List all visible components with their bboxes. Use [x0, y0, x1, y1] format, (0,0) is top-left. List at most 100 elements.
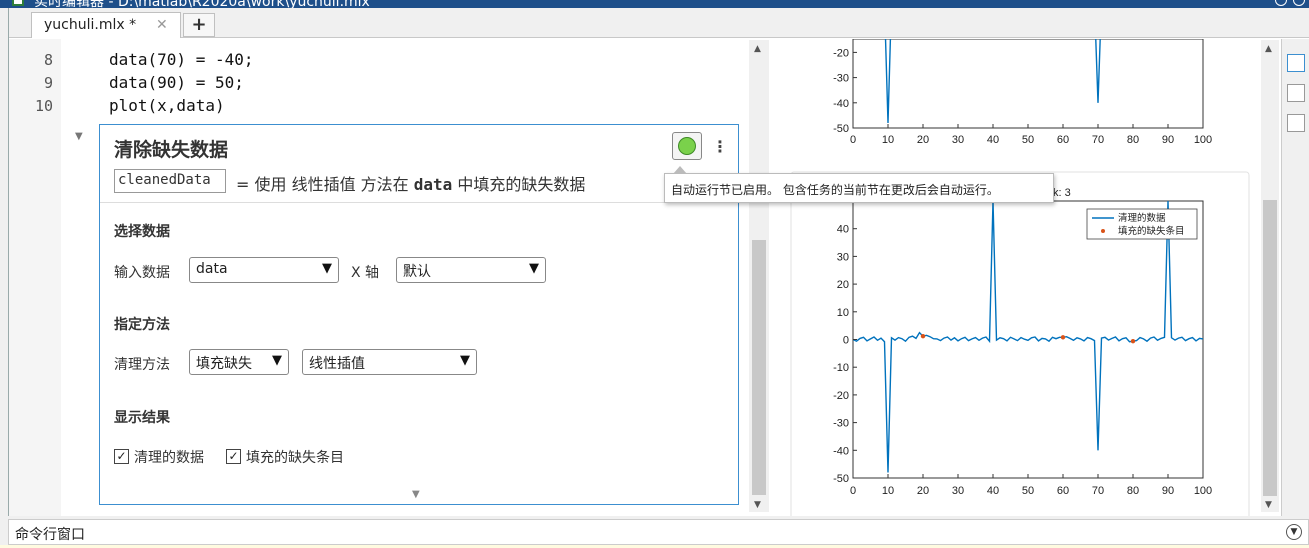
- command-window-label: 命令行窗口: [15, 527, 85, 543]
- bottom-chart-ytick-label: -50: [833, 473, 849, 485]
- output-scroll-thumb[interactable]: [1263, 200, 1277, 496]
- bottom-chart-xtick-label: 70: [1092, 485, 1104, 497]
- bottom-chart-ytick-label: -10: [833, 362, 849, 374]
- collapse-icon[interactable]: [1293, 0, 1305, 6]
- x-axis-label: X 轴: [351, 265, 380, 281]
- bottom-chart-xtick-label: 30: [952, 485, 964, 497]
- output-right-icon[interactable]: [1287, 54, 1305, 72]
- clean-missing-data-task: 清除缺失数据 cleanedData = 使用 线性插值 方法在 data 中填…: [99, 124, 739, 505]
- output-scrollbar[interactable]: ▲ ▼: [1261, 40, 1279, 512]
- dropdown-arrow-icon: ▼: [529, 261, 539, 276]
- top-chart-ytick-label: -30: [833, 73, 849, 85]
- summary-variable: data: [413, 175, 453, 194]
- bottom-chart-title-fragment: k: 3: [1053, 187, 1071, 199]
- autorun-status-icon: [678, 137, 696, 155]
- tab-label: yuchuli.mlx *: [44, 17, 137, 33]
- x-axis-value: 默认: [403, 264, 431, 280]
- legend-marker-swatch: [1101, 229, 1105, 233]
- bottom-chart-ytick-label: 20: [837, 279, 849, 291]
- task-title: 清除缺失数据: [114, 139, 229, 161]
- section-method: 指定方法: [114, 317, 170, 333]
- bottom-chart-xtick-label: 10: [882, 485, 894, 497]
- new-tab-button[interactable]: +: [183, 13, 215, 37]
- fill-method-dropdown[interactable]: 线性插值 ▼: [302, 349, 477, 375]
- cleaned-data-label: 清理的数据: [134, 450, 204, 466]
- autorun-button[interactable]: [672, 132, 702, 160]
- top-chart-xtick-label: 10: [882, 134, 894, 146]
- clean-method-value: 填充缺失: [196, 356, 252, 372]
- legend-entry-cleaned: 清理的数据: [1118, 212, 1166, 224]
- editor-scrollbar[interactable]: ▲ ▼: [749, 40, 769, 512]
- collapse-task-icon[interactable]: ▼: [75, 131, 83, 142]
- autorun-tooltip: 自动运行节已启用。 包含任务的当前节在更改后会自动运行。: [664, 166, 1054, 203]
- bottom-chart-xtick-label: 100: [1194, 485, 1212, 497]
- x-axis-dropdown[interactable]: 默认 ▼: [396, 257, 546, 283]
- top-chart-xtick-label: 100: [1194, 134, 1212, 146]
- top-chart-ytick-label: -40: [833, 98, 849, 110]
- scroll-down-icon[interactable]: ▼: [1265, 500, 1272, 510]
- dropdown-arrow-icon: ▼: [272, 353, 282, 368]
- dropdown-arrow-icon: ▼: [322, 261, 332, 276]
- help-icon[interactable]: [1275, 0, 1287, 6]
- title-bar: 实时编辑器 - D:\matlab\R2020a\work\yuchuli.ml…: [0, 0, 1309, 8]
- clean-method-label: 清理方法: [114, 357, 170, 373]
- tooltip-notch: [673, 166, 687, 174]
- scroll-up-icon[interactable]: ▲: [1265, 44, 1272, 54]
- task-header: 清除缺失数据 cleanedData = 使用 线性插值 方法在 data 中填…: [100, 125, 738, 203]
- more-options-icon[interactable]: ⋮: [712, 137, 728, 156]
- top-chart-ytick-label: -20: [833, 47, 849, 59]
- bottom-chart-xtick-label: 20: [917, 485, 929, 497]
- top-chart-xtick-label: 90: [1162, 134, 1174, 146]
- scroll-up-icon[interactable]: ▲: [754, 44, 761, 54]
- bottom-chart-ytick-label: -40: [833, 445, 849, 457]
- tab-yuchuli[interactable]: yuchuli.mlx * ✕: [31, 12, 181, 38]
- line-number: 9: [43, 74, 53, 92]
- output-mode-bar: [1281, 39, 1309, 516]
- top-chart-xtick-label: 80: [1127, 134, 1139, 146]
- bottom-chart-xtick-label: 60: [1057, 485, 1069, 497]
- output-inline-icon[interactable]: [1287, 84, 1305, 102]
- top-chart-xtick-label: 40: [987, 134, 999, 146]
- summary-prefix: = 使用 线性插值 方法在: [236, 175, 414, 194]
- output-plots: -50-40-30-200 10 20 30 40 50 60 70 80 90 100-50-40…: [790, 39, 1250, 516]
- line-number-gutter: 8 9 10: [9, 39, 61, 516]
- live-editor: yuchuli.mlx * ✕ + 8 9 10 data(70) = -40;…: [8, 8, 1309, 516]
- output-pane: -50 -40 -30 -20 0 10 20 30 40 50 60 70 80 90 100 -50 -40…: [771, 39, 1257, 516]
- bottom-chart-xtick-label: 50: [1022, 485, 1034, 497]
- clean-method-dropdown[interactable]: 填充缺失 ▼: [189, 349, 289, 375]
- line-number: 8: [43, 51, 53, 69]
- input-data-dropdown[interactable]: data ▼: [189, 257, 339, 283]
- bottom-chart-ytick-label: 0: [843, 335, 849, 347]
- fill-method-value: 线性插值: [309, 356, 365, 372]
- summary-suffix: 中填充的缺失数据: [452, 175, 586, 194]
- scroll-down-icon[interactable]: ▼: [754, 500, 761, 510]
- section-display: 显示结果: [114, 410, 170, 426]
- code-line[interactable]: data(90) = 50;: [109, 73, 244, 92]
- close-tab-icon[interactable]: ✕: [156, 17, 168, 33]
- task-summary: = 使用 线性插值 方法在 data 中填充的缺失数据: [236, 171, 585, 195]
- bottom-chart-ytick-label: 40: [837, 224, 849, 236]
- top-chart-xtick-label: 50: [1022, 134, 1034, 146]
- expand-task-icon[interactable]: ▼: [412, 489, 420, 500]
- line-number: 10: [34, 97, 53, 115]
- code-line[interactable]: plot(x,data): [109, 96, 225, 115]
- input-data-value: data: [196, 261, 228, 277]
- filled-entry-point: [920, 333, 926, 339]
- command-window-header[interactable]: 命令行窗口 ▼: [8, 519, 1309, 545]
- dropdown-arrow-icon: ▼: [460, 353, 470, 368]
- filled-entries-checkbox[interactable]: ✓: [226, 449, 241, 464]
- bottom-chart-xtick-label: 0: [850, 485, 856, 497]
- top-chart-xtick-label: 0: [850, 134, 856, 146]
- command-window-toggle-icon[interactable]: ▼: [1286, 524, 1302, 540]
- top-chart-xtick-label: 20: [917, 134, 929, 146]
- cleaned-data-checkbox[interactable]: ✓: [114, 449, 129, 464]
- hide-code-icon[interactable]: [1287, 114, 1305, 132]
- editor-scroll-thumb[interactable]: [752, 240, 766, 495]
- tooltip-text: 自动运行节已启用。 包含任务的当前节在更改后会自动运行。: [671, 183, 999, 197]
- bottom-chart-ytick-label: -30: [833, 418, 849, 430]
- output-variable-field[interactable]: cleanedData: [114, 169, 226, 193]
- section-select-data: 选择数据: [114, 224, 170, 240]
- code-line[interactable]: data(70) = -40;: [109, 50, 254, 69]
- legend-entry-filled: 填充的缺失条目: [1118, 225, 1185, 237]
- app-icon: [12, 0, 24, 6]
